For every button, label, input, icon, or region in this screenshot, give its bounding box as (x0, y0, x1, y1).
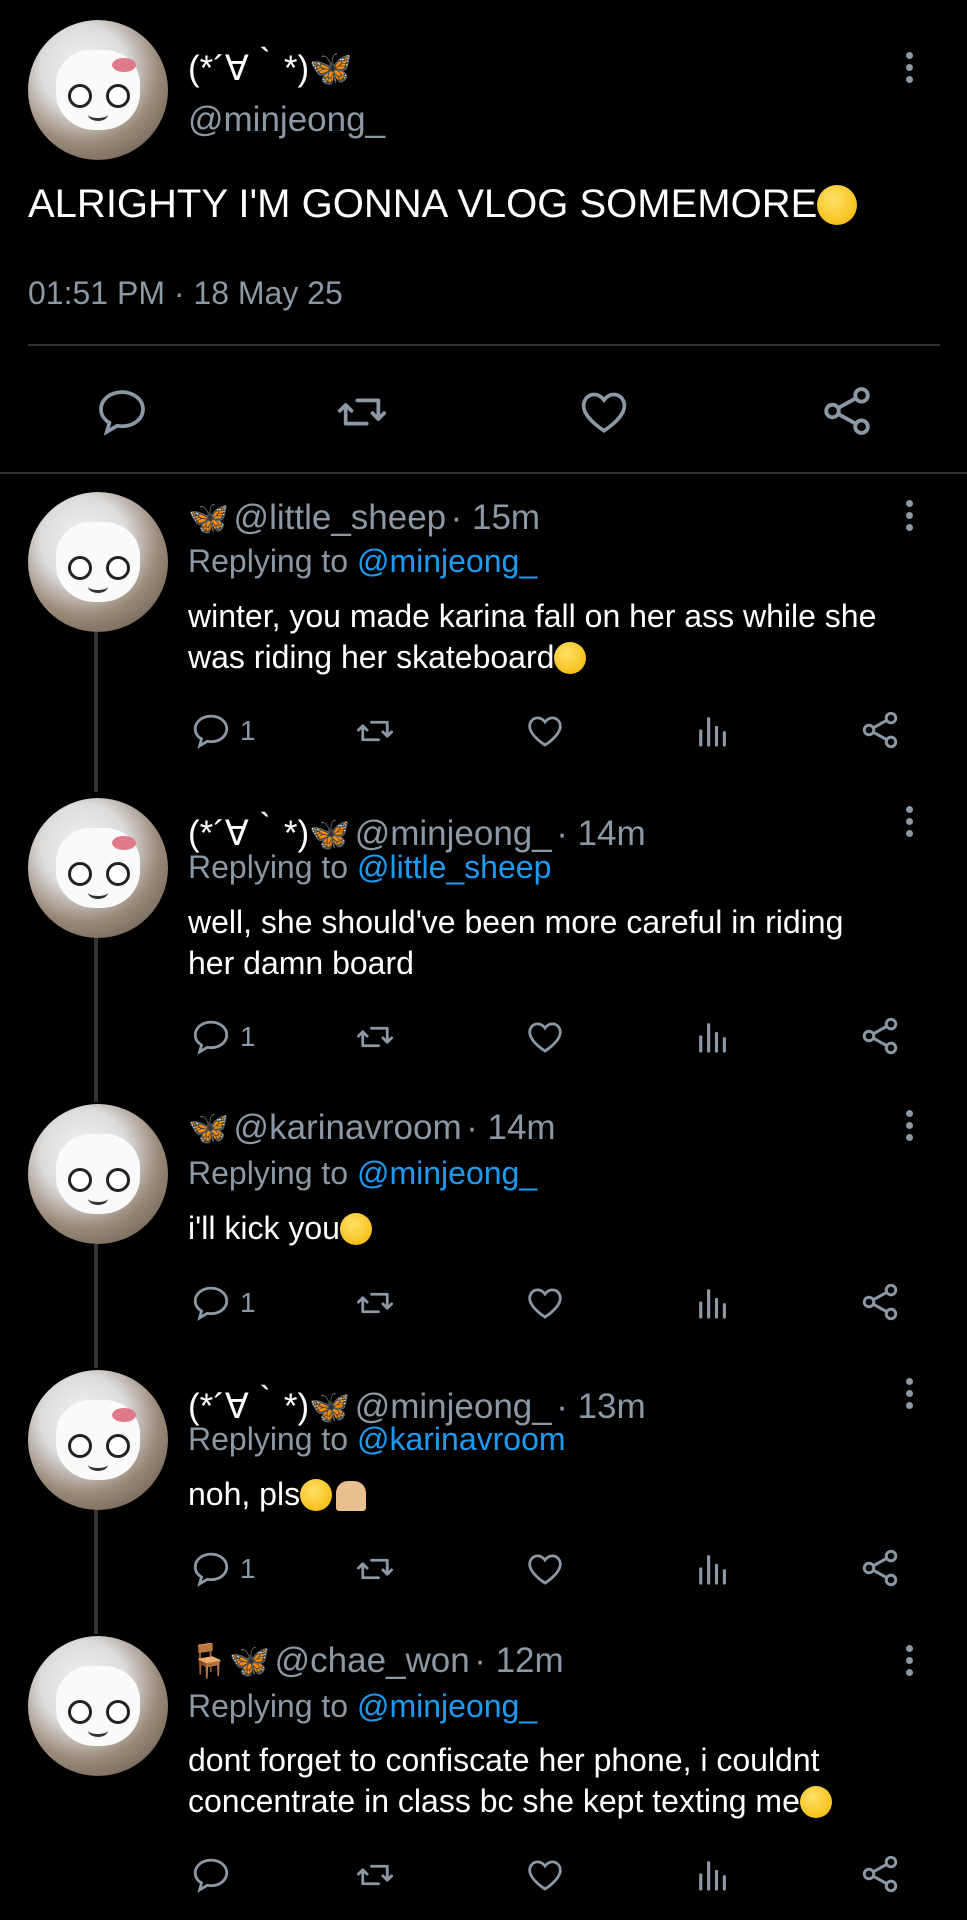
mention-link[interactable]: @minjeong_ (357, 1155, 537, 1191)
main-display-name[interactable]: (*´∀｀*)🦋 (188, 40, 353, 91)
views-icon[interactable] (692, 1548, 734, 1590)
share-icon[interactable] (858, 1280, 902, 1324)
reply-text: well, she should've been more careful in… (188, 904, 844, 981)
mention-link[interactable]: @karinavroom (357, 1421, 566, 1457)
reply-header: 🦋 @little_sheep · 15m (188, 498, 540, 538)
replying-to: Replying to @minjeong_ (188, 1688, 538, 1724)
share-icon[interactable] (858, 1546, 902, 1590)
butterfly-emoji: 🦋 (309, 815, 351, 852)
main-timestamp: 01:51 PM · 18 May 25 (28, 275, 343, 311)
more-vertical-icon[interactable] (906, 52, 914, 88)
heart-icon[interactable] (524, 1016, 566, 1058)
avatar[interactable] (28, 492, 168, 632)
divider (0, 472, 967, 474)
reply-count: 1 (240, 1553, 256, 1584)
more-vertical-icon[interactable] (906, 1645, 914, 1681)
thread-line (94, 938, 98, 1102)
reply-text: noh, pls (188, 1474, 367, 1515)
reply-count: 1 (240, 1021, 256, 1052)
chair-emoji: 🪑 (188, 1642, 230, 1679)
reply-handle[interactable]: @little_sheep (234, 498, 447, 537)
neutral-face-emoji (339, 1213, 372, 1245)
mention-link[interactable]: @minjeong_ (357, 543, 537, 579)
reply-text: dont forget to confiscate her phone, i c… (188, 1740, 832, 1822)
reply-time: · 15m (450, 498, 541, 537)
views-icon[interactable] (692, 710, 734, 752)
more-vertical-icon[interactable] (906, 1378, 914, 1414)
reply-icon[interactable] (190, 1548, 232, 1590)
main-tweet-text: ALRIGHTY I'M GONNA VLOG SOMEMORE (28, 182, 858, 227)
share-icon[interactable] (858, 708, 902, 752)
share-icon[interactable] (858, 1014, 902, 1058)
avatar[interactable] (28, 20, 168, 160)
avatar[interactable] (28, 1636, 168, 1776)
butterfly-emoji: 🦋 (229, 1642, 271, 1679)
reply-icon[interactable] (190, 1016, 232, 1058)
replying-to: Replying to @minjeong_ (188, 1155, 538, 1191)
reply-icon[interactable] (190, 710, 232, 752)
retweet-icon[interactable] (354, 1548, 396, 1590)
reply-header: 🪑🦋 @chae_won · 12m (188, 1641, 564, 1681)
reply-time: · 14m (556, 814, 646, 853)
reply-time: · 13m (556, 1387, 646, 1426)
reply-count: 1 (240, 1287, 256, 1318)
divider (28, 344, 940, 346)
replying-to: Replying to @karinavroom (188, 1421, 566, 1457)
retweet-icon[interactable] (354, 1854, 396, 1896)
reply-handle[interactable]: @minjeong_ (355, 814, 552, 853)
heart-icon[interactable] (524, 1282, 566, 1324)
views-icon[interactable] (692, 1016, 734, 1058)
more-vertical-icon[interactable] (906, 1110, 914, 1146)
yum-emoji (817, 185, 858, 225)
heart-icon[interactable] (576, 384, 632, 440)
share-icon[interactable] (858, 1852, 902, 1896)
heart-icon[interactable] (524, 1548, 566, 1590)
reply-handle[interactable]: @karinavroom (234, 1108, 462, 1147)
avatar[interactable] (28, 1104, 168, 1244)
avatar[interactable] (28, 1370, 168, 1510)
butterfly-emoji: 🦋 (188, 499, 230, 536)
thread-line (94, 1244, 98, 1368)
views-icon[interactable] (692, 1282, 734, 1324)
thread-line (94, 1510, 98, 1634)
views-icon[interactable] (692, 1854, 734, 1896)
share-icon[interactable] (818, 382, 876, 440)
retweet-icon[interactable] (354, 710, 396, 752)
mention-link[interactable]: @little_sheep (357, 849, 551, 885)
reply-time: · 14m (466, 1108, 556, 1147)
replying-to: Replying to @little_sheep (188, 849, 552, 885)
reply-text: winter, you made karina fall on her ass … (188, 598, 877, 675)
heart-icon[interactable] (524, 1854, 566, 1896)
more-vertical-icon[interactable] (906, 500, 914, 536)
butterfly-emoji: 🦋 (309, 1388, 351, 1425)
crying-emoji (554, 642, 587, 674)
mention-link[interactable]: @minjeong_ (357, 1688, 537, 1724)
retweet-icon[interactable] (354, 1282, 396, 1324)
reply-time: · 12m (474, 1641, 564, 1680)
heart-icon[interactable] (524, 710, 566, 752)
butterfly-emoji: 🦋 (309, 49, 353, 88)
main-handle[interactable]: @minjeong_ (188, 100, 385, 140)
reply-handle[interactable]: @chae_won (275, 1641, 470, 1680)
reply-count: 1 (240, 715, 256, 746)
pleading-face-emoji (300, 1479, 333, 1511)
face-holding-back-tears-emoji (799, 1786, 832, 1818)
retweet-icon[interactable] (354, 1016, 396, 1058)
butterfly-emoji: 🦋 (188, 1109, 230, 1146)
reply-icon[interactable] (190, 1282, 232, 1324)
reply-display-name[interactable]: (*´∀｀*) (188, 814, 309, 853)
reply-header: 🦋 @karinavroom · 14m (188, 1108, 556, 1148)
more-vertical-icon[interactable] (906, 806, 914, 842)
thread-line (94, 632, 98, 792)
folded-hands-emoji (336, 1481, 367, 1511)
reply-icon[interactable] (94, 384, 150, 440)
avatar[interactable] (28, 798, 168, 938)
replying-to: Replying to @minjeong_ (188, 543, 538, 579)
reply-text: i'll kick you (188, 1208, 372, 1249)
reply-icon[interactable] (190, 1854, 232, 1896)
retweet-icon[interactable] (334, 384, 390, 440)
